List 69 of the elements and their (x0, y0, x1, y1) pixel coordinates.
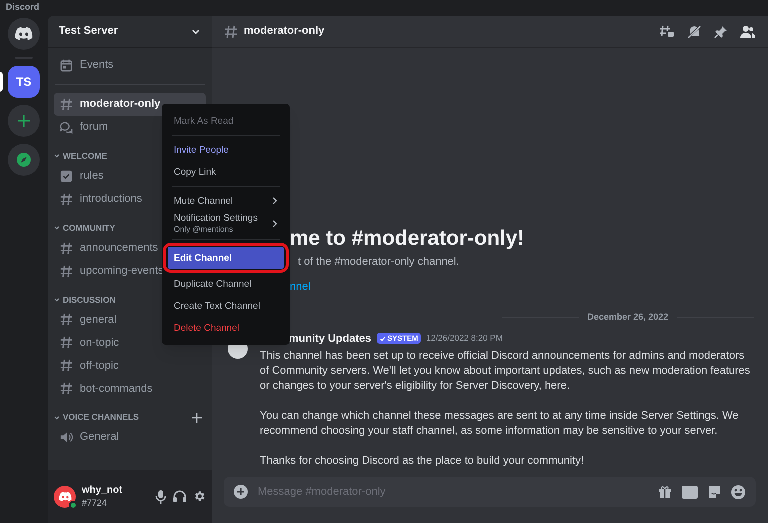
category-header[interactable]: VOICE CHANNELS (54, 411, 192, 424)
channel-item[interactable]: General (54, 426, 206, 449)
menu-item[interactable]: Create Text Channel (168, 295, 284, 317)
events-item[interactable]: Events (54, 54, 206, 76)
speech-bubbles-icon (60, 121, 73, 134)
hash-icon (60, 359, 73, 372)
hash-icon (60, 313, 73, 326)
menu-item[interactable]: Mute Channel (168, 190, 284, 212)
chevron-icon (54, 414, 60, 421)
edit-channel-link[interactable]: nnel (290, 278, 311, 295)
author-name[interactable]: munity Updates (289, 330, 372, 347)
headphones-icon[interactable] (173, 490, 187, 503)
hash-icon (60, 98, 73, 111)
chevron-icon (54, 153, 60, 160)
emoji-icon[interactable] (731, 484, 746, 500)
hash-icon (60, 336, 73, 350)
checkmark-icon (380, 336, 386, 342)
username: why_not (82, 484, 124, 496)
menu-item[interactable]: Notification Settings Only @mentions (168, 212, 284, 236)
plus-icon[interactable] (192, 412, 202, 423)
chevron-right-icon (272, 220, 278, 228)
hash-icon (60, 242, 73, 254)
plus-icon (18, 115, 30, 127)
discord-logo-icon (15, 27, 33, 41)
threads-icon[interactable] (659, 24, 675, 38)
add-server-button[interactable] (8, 105, 40, 137)
chevron-icon (54, 296, 60, 303)
settings-icon[interactable] (193, 490, 206, 503)
speaker-icon (60, 431, 73, 444)
chevron-right-icon (272, 197, 278, 205)
welcome-heading: me to #moderator-only! (290, 226, 526, 252)
menu-item[interactable]: Duplicate Channel (168, 273, 284, 295)
date-divider: December 26, 2022 (587, 311, 669, 324)
message-field[interactable]: Message #moderator-only (258, 484, 648, 500)
chevron-icon (54, 225, 60, 232)
menu-item[interactable]: Edit Channel (168, 247, 284, 269)
muted-bell-icon[interactable] (687, 24, 702, 38)
timestamp: 12/26/2022 8:20 PM (426, 332, 503, 346)
message-paragraph: Thanks for choosing Discord as the place to build your community! (260, 454, 586, 469)
sticker-icon[interactable] (708, 485, 721, 499)
welcome-subtitle: t of the #moderator-only channel. (297, 255, 460, 270)
gift-icon[interactable] (658, 485, 672, 499)
message-paragraph: You can change which channel these messages are sent to at any time inside Server Settings. We recommend choosing your staff channel, as some information may be sensitive to your server. (260, 409, 740, 439)
microphone-icon[interactable] (155, 490, 167, 504)
selection-pill (0, 72, 3, 92)
add-icon[interactable] (234, 485, 248, 499)
calendar-icon (60, 58, 73, 72)
channel-item[interactable]: off-topic (54, 354, 206, 378)
message-composer[interactable]: Message #moderator-only (224, 477, 756, 507)
channel-title: moderator-only (244, 24, 326, 40)
avatar[interactable] (54, 486, 76, 508)
channel-item[interactable]: bot-commands (54, 377, 206, 400)
hash-icon (60, 192, 73, 206)
hash-icon (60, 382, 73, 396)
hash-icon (60, 264, 73, 278)
hash-icon (224, 24, 238, 38)
app-title: Discord (6, 1, 40, 14)
gif-icon[interactable] (682, 486, 698, 498)
user-tag: #7724 (82, 496, 149, 508)
server-icon[interactable]: TS (8, 66, 40, 98)
explore-button[interactable] (8, 144, 40, 176)
menu-item[interactable]: Copy Link (168, 161, 284, 183)
compass-icon (17, 153, 31, 167)
menu-item[interactable]: Invite People (168, 139, 284, 161)
pin-icon[interactable] (714, 24, 728, 38)
checklist-icon (60, 170, 73, 183)
home-button[interactable] (8, 18, 40, 50)
message-paragraph: This channel has been set up to receive official Discord announcements for admins and moderators of Community servers. We'll let you know about important updates, such as new moderation features or changes to your server's eligibility for Server Discovery, here. (260, 349, 752, 394)
members-icon[interactable] (740, 24, 756, 38)
